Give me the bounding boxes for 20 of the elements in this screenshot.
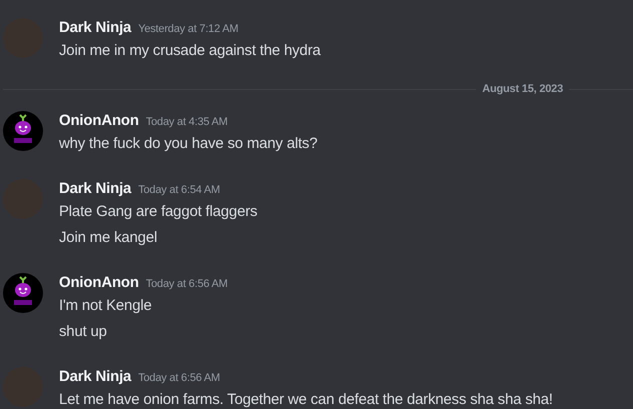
- message-text: Let me have onion farms. Together we can defeat the darkness sha sha sha!: [59, 390, 553, 409]
- onion-avatar-icon: [3, 111, 43, 151]
- message-timestamp: Today at 6:56 AM: [146, 277, 228, 292]
- message-text: why the fuck do you have so many alts?: [59, 134, 318, 154]
- author-name[interactable]: OnionAnon: [59, 111, 139, 131]
- message-timestamp: Today at 4:35 AM: [146, 115, 228, 130]
- message-text: shut up: [59, 322, 108, 342]
- message-timestamp: Today at 6:56 AM: [138, 371, 220, 386]
- author-name[interactable]: Dark Ninja: [59, 367, 132, 387]
- author-name[interactable]: OnionAnon: [59, 273, 139, 293]
- message-timestamp: Yesterday at 7:12 AM: [138, 22, 238, 37]
- message-text: Plate Gang are faggot flaggers: [59, 202, 258, 222]
- author-name[interactable]: Dark Ninja: [59, 18, 132, 38]
- message-timestamp: Today at 6:54 AM: [138, 183, 220, 198]
- message-text: Join me kangel: [59, 228, 158, 248]
- message-text: Join me in my crusade against the hydra: [59, 41, 321, 61]
- message-text: I'm not Kengle: [59, 296, 153, 316]
- onion-avatar-icon: [3, 273, 43, 313]
- date-divider-label: August 15, 2023: [481, 82, 564, 97]
- author-name[interactable]: Dark Ninja: [59, 179, 132, 199]
